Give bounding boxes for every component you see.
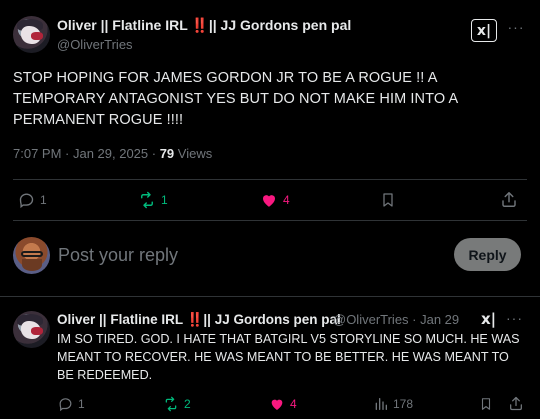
avatar-beard xyxy=(22,259,42,271)
reply-action[interactable]: 1 xyxy=(17,191,47,209)
reply-tweet-text: IM SO TIRED. GOD. I HATE THAT BATGIRL V5… xyxy=(57,332,520,382)
like-action[interactable]: 4 xyxy=(259,191,290,209)
heart-icon xyxy=(263,195,275,207)
grok-icon[interactable]: x| xyxy=(481,310,496,328)
display-name-suffix: || JJ Gordons pen pal xyxy=(208,17,352,33)
reply-icon xyxy=(59,398,72,412)
divider xyxy=(0,296,540,297)
share-action[interactable] xyxy=(508,395,524,412)
reply-action[interactable]: 1 xyxy=(57,396,85,412)
reply-count: 1 xyxy=(78,397,85,411)
share-action[interactable] xyxy=(500,190,518,209)
reply-author-handle-date[interactable]: @OliverTries · Jan 29 xyxy=(333,312,459,327)
double-exclamation-emoji: ‼️ xyxy=(186,312,204,327)
current-user-avatar[interactable] xyxy=(13,237,50,274)
like-action[interactable]: 4 xyxy=(268,396,297,412)
repost-action[interactable]: 1 xyxy=(137,191,168,209)
like-count: 4 xyxy=(290,397,297,411)
share-icon xyxy=(502,192,516,207)
grok-icon[interactable]: x| xyxy=(471,19,497,42)
views-bar-chart-icon xyxy=(375,398,387,410)
divider xyxy=(13,179,527,180)
share-icon xyxy=(510,396,522,411)
repost-icon xyxy=(141,191,153,209)
repost-count: 2 xyxy=(184,397,191,411)
views-action[interactable]: 178 xyxy=(373,396,413,412)
repost-icon xyxy=(165,396,177,412)
bookmark-icon xyxy=(481,398,491,410)
reply-count: 1 xyxy=(40,193,47,207)
avatar-mark xyxy=(31,32,43,40)
bookmark-action[interactable] xyxy=(380,191,396,209)
reply-author-avatar[interactable] xyxy=(13,311,50,348)
reply-author-display-name[interactable]: Oliver || Flatline IRL ‼️|| JJ Gordons p… xyxy=(57,312,341,328)
heart-icon xyxy=(271,399,283,410)
bookmark-icon xyxy=(383,193,393,207)
avatar-glasses xyxy=(21,251,43,257)
author-handle[interactable]: @OliverTries xyxy=(57,37,133,52)
display-name-suffix: || JJ Gordons pen pal xyxy=(203,312,341,327)
more-options-icon[interactable]: ··· xyxy=(506,19,526,39)
display-name-prefix: Oliver || Flatline IRL xyxy=(57,17,192,33)
reply-icon xyxy=(19,193,34,209)
like-count: 4 xyxy=(283,193,290,207)
repost-action[interactable]: 2 xyxy=(162,396,191,412)
tweet-meta: 7:07 PM · Jan 29, 2025 · 79 Views xyxy=(13,146,212,161)
reply-input[interactable] xyxy=(58,243,428,267)
divider xyxy=(13,220,527,221)
author-avatar[interactable] xyxy=(13,16,50,53)
avatar-mark xyxy=(31,327,43,335)
bookmark-action[interactable] xyxy=(479,396,493,412)
reply-button[interactable]: Reply xyxy=(454,238,521,271)
tweet-timestamp[interactable]: 7:07 PM · Jan 29, 2025 · xyxy=(13,146,160,161)
views-label: Views xyxy=(174,146,213,161)
more-options-icon[interactable]: ··· xyxy=(506,310,523,326)
views-count: 79 xyxy=(159,146,175,161)
display-name-prefix: Oliver || Flatline IRL xyxy=(57,312,187,327)
tweet-text: STOP HOPING FOR JAMES GORDON JR TO BE A … xyxy=(13,70,458,128)
double-exclamation-emoji: ‼️ xyxy=(191,17,209,33)
author-display-name[interactable]: Oliver || Flatline IRL ‼️|| JJ Gordons p… xyxy=(57,17,351,34)
views-count: 178 xyxy=(393,397,414,411)
repost-count: 1 xyxy=(161,193,168,207)
